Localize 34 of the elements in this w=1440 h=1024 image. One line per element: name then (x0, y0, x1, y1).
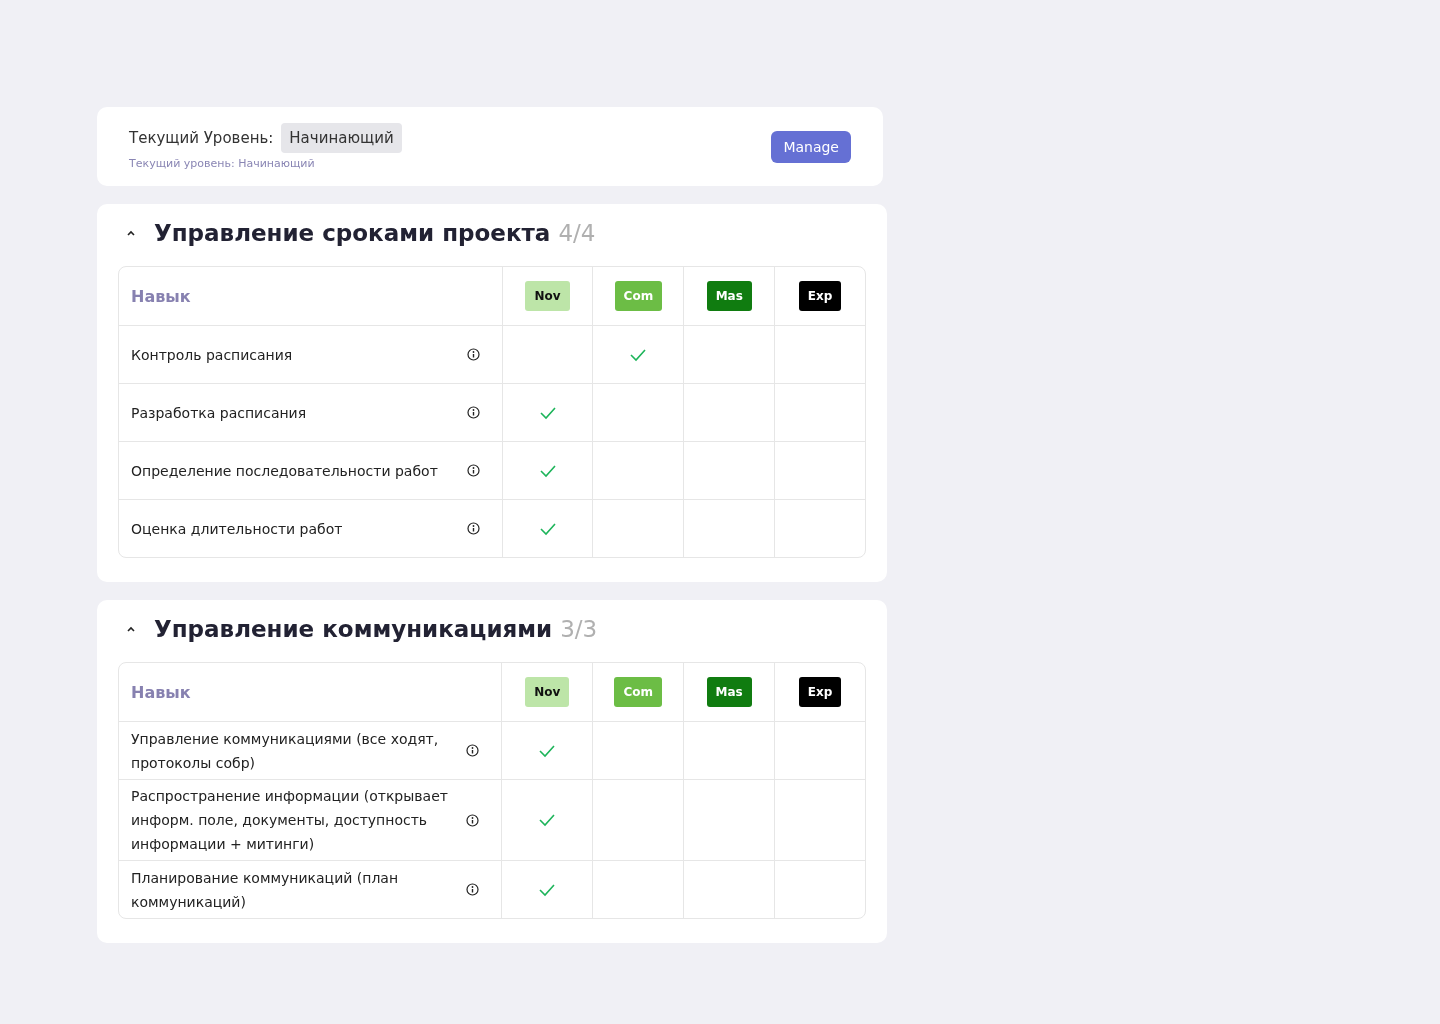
info-icon[interactable] (466, 348, 480, 361)
skill-name: Определение последовательности работ (131, 461, 438, 481)
chevron-up-icon[interactable] (126, 625, 136, 633)
skill-name: Оценка длительности работ (131, 519, 343, 539)
level-badge: Nov (525, 281, 570, 311)
skill-name: Разработка расписания (131, 403, 307, 423)
manage-button[interactable]: Manage (771, 130, 851, 163)
info-icon[interactable] (466, 406, 480, 419)
level-badge: Exp (798, 677, 842, 707)
info-icon[interactable] (466, 522, 480, 535)
level-badge: Com (614, 281, 663, 311)
skill-name: Планирование коммуникаций (план коммуникаций) (131, 868, 400, 912)
level-badge: Mas (706, 281, 752, 311)
info-icon[interactable] (466, 813, 480, 827)
section-count: 3/3 (560, 616, 598, 642)
level-caption: Текущий уровень: Начинающий (129, 157, 316, 170)
level-badge: Com (614, 677, 662, 707)
section-count: 4/4 (558, 220, 596, 246)
skill-name: Контроль расписания (131, 345, 293, 365)
column-header: Навык (131, 682, 191, 702)
skill-name: Управление коммуникациями (все ходят, протоколы собр) (131, 729, 440, 773)
info-icon[interactable] (466, 464, 480, 477)
column-header: Навык (131, 286, 191, 306)
level-badge: Nov (525, 677, 570, 707)
info-icon[interactable] (466, 744, 480, 757)
section-title: Управление сроками проекта (154, 220, 551, 246)
chevron-up-icon[interactable] (126, 229, 136, 237)
skill-name: Распространение информации (открывает информ. поле, документы, доступность информации + митинги) (131, 787, 449, 854)
level-badge: Exp (798, 281, 842, 311)
level-badge: Mas (706, 677, 752, 707)
level-label: Текущий Уровень: (129, 129, 274, 147)
info-icon[interactable] (466, 883, 480, 896)
level-value: Начинающий (281, 123, 402, 153)
section-title: Управление коммуникациями (154, 616, 553, 642)
